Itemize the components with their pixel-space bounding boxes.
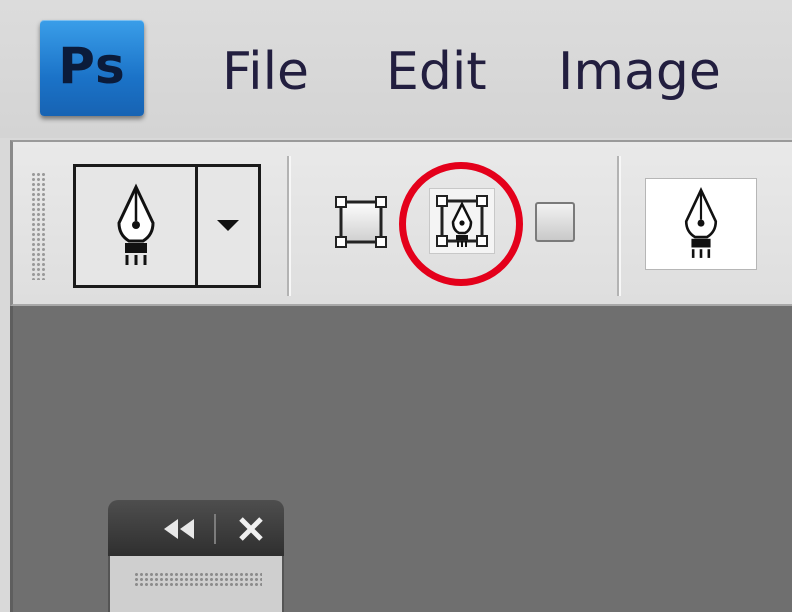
menu-image[interactable]: Image xyxy=(558,40,721,104)
close-icon xyxy=(239,517,263,541)
pen-tool-button[interactable] xyxy=(645,178,757,270)
options-divider xyxy=(287,156,291,296)
panel-collapse-button[interactable] xyxy=(160,514,198,544)
pen-tool-icon xyxy=(684,187,718,258)
panel-close-button[interactable] xyxy=(232,512,270,546)
fill-pixels-icon xyxy=(535,202,575,242)
paths-mode-button[interactable] xyxy=(429,188,495,254)
app-logo[interactable]: Ps xyxy=(40,20,144,116)
panel-body xyxy=(108,556,284,612)
tool-preset-picker[interactable] xyxy=(73,164,261,288)
panel-header[interactable] xyxy=(108,500,284,556)
paths-icon xyxy=(436,195,488,247)
menu-edit[interactable]: Edit xyxy=(386,40,487,104)
floating-panel xyxy=(108,500,284,612)
options-bar xyxy=(10,140,792,306)
photoshop-window: Ps File Edit Image xyxy=(0,0,792,612)
options-divider xyxy=(617,156,621,296)
pen-tool-icon xyxy=(116,183,155,265)
shape-layers-icon xyxy=(335,196,387,248)
app-logo-text: Ps xyxy=(58,37,126,95)
shape-layers-mode-button[interactable] xyxy=(331,192,391,252)
tool-preset-dropdown-button[interactable] xyxy=(198,167,258,285)
panel-header-divider xyxy=(214,514,216,544)
options-bar-grip[interactable] xyxy=(31,172,45,280)
menu-bar: Ps File Edit Image xyxy=(0,0,792,138)
tool-preset-pen-icon[interactable] xyxy=(76,167,198,285)
double-chevron-left-icon xyxy=(164,519,194,539)
fill-pixels-mode-button[interactable] xyxy=(525,192,585,252)
caret-down-icon xyxy=(217,220,239,231)
menu-file[interactable]: File xyxy=(222,40,309,104)
panel-grip[interactable] xyxy=(134,572,262,586)
